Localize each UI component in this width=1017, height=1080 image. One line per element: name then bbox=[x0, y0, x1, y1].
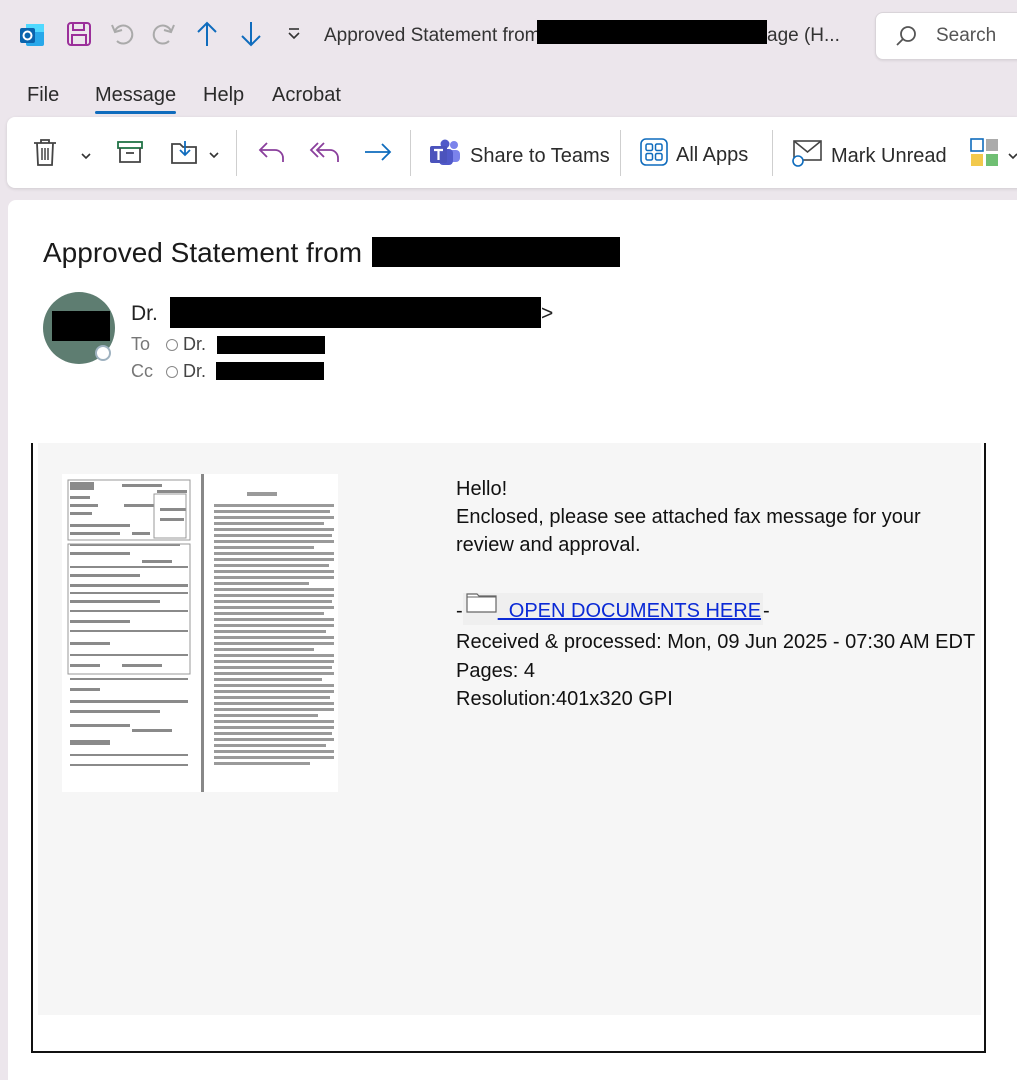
archive-button[interactable] bbox=[116, 139, 144, 171]
cc-label: Cc bbox=[131, 361, 153, 381]
chevron-down-icon bbox=[208, 144, 220, 167]
dash-after: - bbox=[763, 600, 770, 622]
redo-icon[interactable] bbox=[150, 20, 178, 48]
redaction bbox=[217, 336, 325, 354]
save-icon[interactable] bbox=[66, 20, 92, 48]
trash-icon bbox=[32, 137, 58, 173]
search-box[interactable]: Search bbox=[875, 12, 1017, 60]
body-line-1: Enclosed, please see attached fax messag… bbox=[456, 506, 921, 528]
sender-suffix: > bbox=[541, 302, 554, 325]
search-icon bbox=[894, 24, 918, 53]
reply-icon bbox=[257, 139, 287, 171]
window-title: Approved Statement from bbox=[324, 25, 541, 47]
apps-grid-icon bbox=[640, 138, 668, 172]
cc-recipient-name: Dr. bbox=[183, 361, 207, 381]
undo-icon[interactable] bbox=[108, 20, 136, 48]
delete-dropdown[interactable] bbox=[80, 145, 92, 168]
presence-ring-icon bbox=[166, 338, 178, 351]
tab-acrobat[interactable]: Acrobat bbox=[272, 84, 341, 107]
categorize-icon bbox=[970, 138, 1000, 174]
delete-button[interactable] bbox=[32, 137, 58, 173]
window-title-tail: age (H... bbox=[767, 25, 840, 46]
search-label: Search bbox=[936, 25, 997, 46]
mark-unread-label: Mark Unread bbox=[831, 144, 947, 167]
all-apps-label: All Apps bbox=[676, 143, 749, 166]
ribbon-divider bbox=[410, 130, 411, 176]
teams-icon bbox=[428, 138, 462, 174]
move-to-folder-icon bbox=[170, 138, 200, 172]
received-text: Received & processed: Mon, 09 Jun 2025 -… bbox=[456, 631, 976, 653]
outlook-logo-icon bbox=[18, 21, 46, 49]
ribbon-divider bbox=[620, 130, 621, 176]
down-arrow-icon[interactable] bbox=[238, 20, 264, 48]
open-documents-link[interactable]: OPEN DOCUMENTS HERE bbox=[498, 600, 761, 625]
ribbon-divider bbox=[772, 130, 773, 176]
forward-button[interactable] bbox=[363, 139, 393, 171]
presence-status-icon bbox=[95, 345, 111, 361]
sender-prefix: Dr. bbox=[131, 302, 158, 325]
redaction bbox=[372, 237, 620, 267]
message-subject: Approved Statement from bbox=[43, 237, 363, 268]
redaction bbox=[537, 20, 767, 44]
open-documents-row: - OPEN DOCUMENTS HERE - bbox=[456, 593, 770, 625]
resolution-text: Resolution:401x320 GPI bbox=[456, 688, 673, 710]
chevron-down-icon bbox=[1008, 145, 1017, 168]
to-label: To bbox=[131, 334, 151, 354]
fax-preview-image bbox=[62, 474, 338, 792]
customize-toolbar-icon[interactable] bbox=[285, 20, 303, 48]
dash-before: - bbox=[456, 600, 463, 622]
forward-arrow-icon bbox=[363, 139, 393, 171]
reply-all-button[interactable] bbox=[309, 139, 341, 171]
pages-text: Pages: 4 bbox=[456, 660, 535, 682]
presence-ring-icon bbox=[166, 365, 178, 378]
tab-file[interactable]: File bbox=[27, 84, 59, 107]
chevron-down-icon bbox=[80, 145, 92, 168]
mark-unread-button[interactable]: Mark Unread bbox=[791, 138, 947, 174]
to-recipient-name: Dr. bbox=[183, 334, 207, 354]
sender-name[interactable]: Dr. bbox=[131, 302, 158, 326]
move-button[interactable] bbox=[170, 138, 220, 172]
share-to-teams-button[interactable]: Share to Teams bbox=[428, 138, 610, 174]
tab-help[interactable]: Help bbox=[203, 84, 244, 107]
window-title-text: Approved Statement from bbox=[324, 25, 541, 46]
all-apps-button[interactable]: All Apps bbox=[640, 138, 748, 172]
share-to-teams-label: Share to Teams bbox=[470, 144, 610, 167]
categorize-button[interactable] bbox=[970, 138, 1017, 174]
up-arrow-icon[interactable] bbox=[194, 20, 220, 48]
to-recipient[interactable]: Dr. bbox=[166, 334, 206, 355]
ribbon-divider bbox=[236, 130, 237, 176]
reply-all-icon bbox=[309, 139, 341, 171]
redaction bbox=[52, 311, 110, 341]
greeting-text: Hello! bbox=[456, 478, 508, 500]
archive-icon bbox=[116, 139, 144, 171]
cc-recipient[interactable]: Dr. bbox=[166, 361, 206, 382]
reply-button[interactable] bbox=[257, 139, 287, 171]
envelope-icon bbox=[791, 138, 823, 174]
redaction bbox=[216, 362, 324, 380]
folder-icon bbox=[466, 590, 498, 620]
redaction bbox=[170, 297, 541, 328]
tab-message[interactable]: Message bbox=[95, 84, 177, 114]
body-line-2: review and approval. bbox=[456, 534, 641, 556]
link-block[interactable]: OPEN DOCUMENTS HERE bbox=[462, 590, 764, 625]
